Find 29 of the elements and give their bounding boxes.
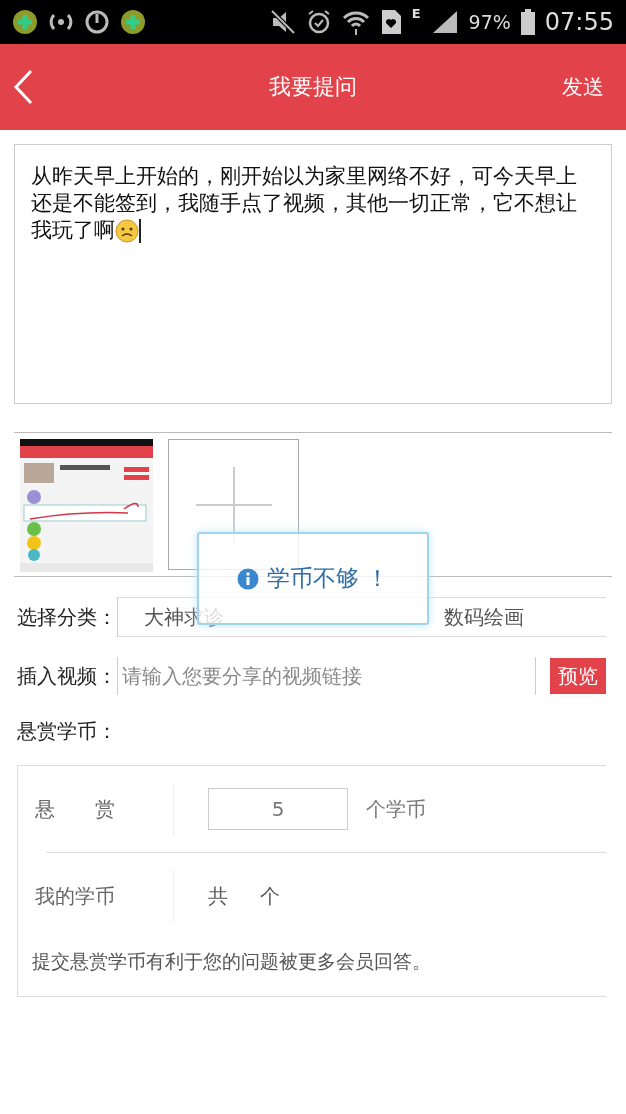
emoji-icon (115, 219, 139, 243)
my-coins-label: 我的学币 (18, 870, 174, 922)
reward-hint: 提交悬赏学币有利于您的问题被更多会员回答。 (31, 949, 432, 974)
battery-icon (520, 9, 535, 35)
page-title: 我要提问 (269, 74, 357, 99)
info-icon (236, 567, 259, 590)
back-button[interactable] (12, 69, 34, 105)
mute-icon (269, 9, 296, 35)
network-type: E (411, 6, 421, 21)
reward-amount-label: 悬 赏 (18, 783, 174, 835)
wifi-icon (341, 9, 370, 35)
notification-icon (12, 9, 38, 35)
total-suffix: 个 (260, 882, 280, 910)
total-prefix: 共 (208, 882, 228, 910)
send-button[interactable]: 发送 (562, 73, 604, 101)
notification-icon (120, 9, 146, 35)
category-label: 选择分类： (17, 603, 117, 631)
battery-percent: 97% (468, 11, 511, 33)
reward-label: 悬赏学币： (17, 717, 117, 745)
sim-card-icon (379, 9, 402, 35)
unit-label: 个学币 (366, 795, 426, 823)
question-field[interactable]: 从昨天早上开始的，刚开始以为家里网络不好，可今天早上还是不能签到，我随手点了视频，其他一切正常，它不想让我玩了啊 (14, 144, 612, 404)
video-label: 插入视频： (17, 662, 117, 690)
power-icon (84, 9, 110, 35)
clock: 07:55 (544, 8, 614, 36)
preview-button[interactable]: 预览 (550, 658, 606, 694)
toast-message: 学币不够 ！ (266, 564, 390, 593)
reward-amount-field[interactable]: 5 (208, 788, 348, 830)
video-link-field[interactable]: 请输入您要分享的视频链接 (117, 657, 536, 695)
